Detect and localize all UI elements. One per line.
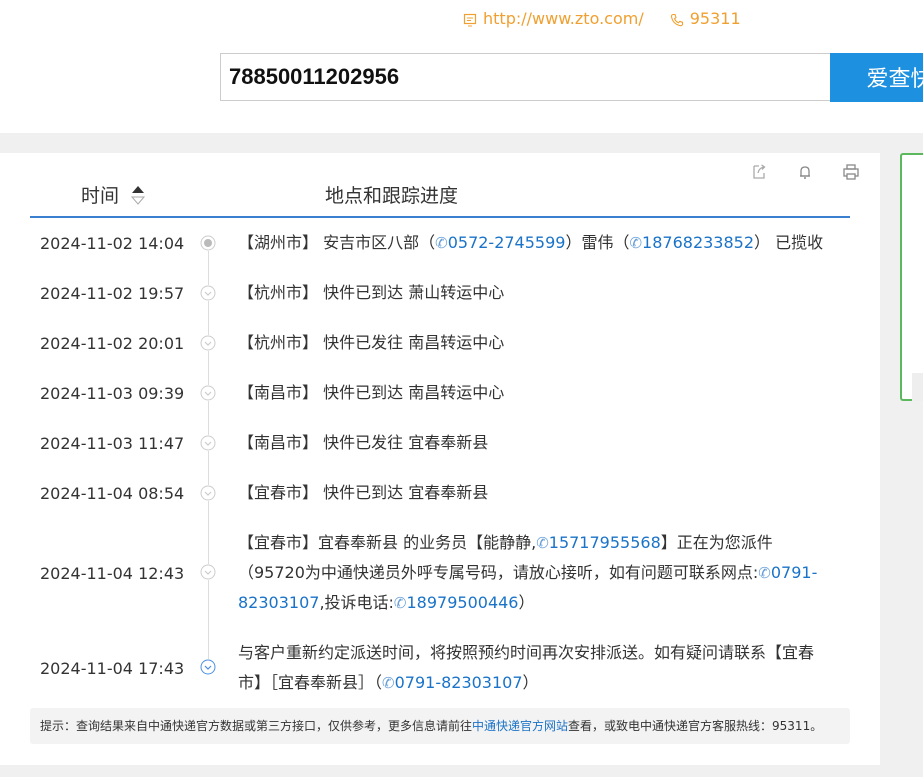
- chevron-down-icon: [200, 285, 216, 301]
- timeline-start-dot-icon: [200, 235, 216, 251]
- phone-link[interactable]: 18979500446: [394, 593, 519, 612]
- hotline-number: 95311: [689, 9, 741, 28]
- sort-icon[interactable]: [130, 183, 146, 207]
- contact-info: http://www.zto.com/ 95311: [463, 9, 741, 28]
- row-detail: 【湖州市】 安吉市区八部（0572-2745599）雷伟（18768233852…: [238, 228, 828, 258]
- phone-link[interactable]: 0572-2745599: [435, 233, 565, 252]
- phone-link[interactable]: 18768233852: [629, 233, 754, 252]
- chevron-down-icon: [200, 385, 216, 401]
- chevron-down-icon: [200, 564, 216, 580]
- row-time: 2024-11-03 09:39: [40, 384, 185, 403]
- row-time: 2024-11-04 08:54: [40, 484, 185, 503]
- row-time: 2024-11-04 12:43: [40, 564, 185, 583]
- row-detail: 【宜春市】 快件已到达 宜春奉新县: [238, 483, 489, 502]
- timeline-line: [208, 243, 209, 668]
- row-time: 2024-11-03 11:47: [40, 434, 185, 453]
- row-detail: 【南昌市】 快件已到达 南昌转运中心: [238, 383, 505, 402]
- side-panel-block: [912, 373, 923, 401]
- phone-link[interactable]: 0791-82303107: [382, 673, 523, 692]
- phone-icon: [670, 12, 684, 26]
- chevron-down-icon: [200, 485, 216, 501]
- row-detail: 与客户重新约定派送时间，将按照预约时间再次安排派送。如有疑问请联系【宜春市】［宜…: [238, 638, 828, 698]
- chevron-down-icon: [200, 659, 216, 675]
- row-detail: 【南昌市】 快件已发往 宜春奉新县: [238, 433, 489, 452]
- side-panel: [900, 153, 923, 401]
- top-bar: http://www.zto.com/ 95311 爱查快: [0, 0, 923, 133]
- website-link[interactable]: http://www.zto.com/: [483, 9, 644, 28]
- row-detail: 【杭州市】 快件已发往 南昌转运中心: [238, 333, 505, 352]
- row-time: 2024-11-02 19:57: [40, 284, 185, 303]
- disclaimer-note: 提示：查询结果来自中通快递官方数据或第三方接口，仅供参考，更多信息请前往中通快递…: [30, 708, 850, 744]
- phone-link[interactable]: 15717955568: [536, 533, 661, 552]
- search-button[interactable]: 爱查快: [830, 53, 923, 102]
- website-icon: [463, 12, 477, 26]
- row-detail: 【宜春市】宜春奉新县 的业务员【能静静,15717955568】正在为您派件（9…: [238, 528, 828, 618]
- tracking-number-input[interactable]: [221, 54, 831, 100]
- chevron-down-icon: [200, 435, 216, 451]
- row-detail: 【杭州市】 快件已到达 萧山转运中心: [238, 283, 505, 302]
- table-header: 时间 地点和跟踪进度: [30, 178, 850, 218]
- row-time: 2024-11-04 17:43: [40, 659, 185, 678]
- time-column-header[interactable]: 时间: [81, 181, 119, 208]
- chevron-down-icon: [200, 335, 216, 351]
- search-box: [220, 53, 831, 101]
- row-time: 2024-11-02 20:01: [40, 334, 185, 353]
- hotline: 95311: [670, 9, 741, 28]
- official-site-link[interactable]: 中通快递官方网站: [472, 719, 568, 733]
- location-column-header: 地点和跟踪进度: [325, 185, 459, 207]
- row-time: 2024-11-02 14:04: [40, 234, 185, 253]
